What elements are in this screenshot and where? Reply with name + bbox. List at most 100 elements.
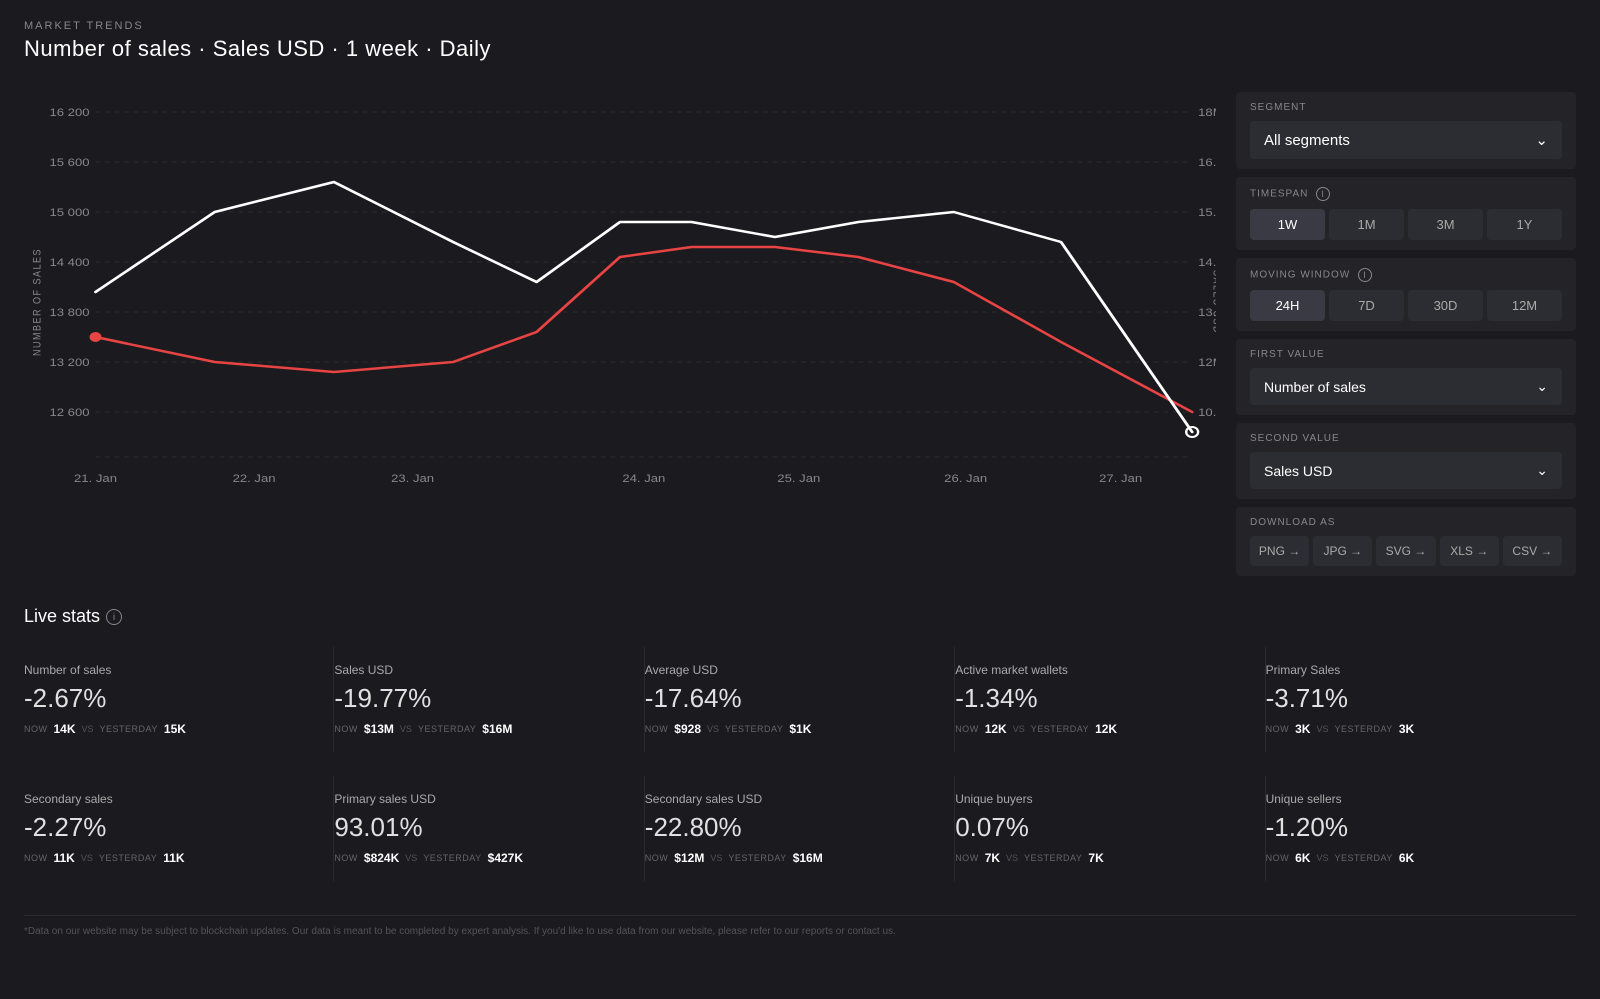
timespan-info-icon[interactable]: i (1316, 187, 1330, 201)
svg-text:21. Jan: 21. Jan (74, 472, 117, 485)
moving-window-info-icon[interactable]: i (1358, 268, 1372, 282)
svg-text:12 600: 12 600 (49, 406, 89, 419)
download-jpg-button[interactable]: JPG → (1313, 536, 1372, 566)
stat-card-secondary-sales: Secondary sales -2.27% NOW 11K VS YESTER… (24, 776, 334, 881)
second-value-label: Second value (1250, 433, 1562, 444)
chart-svg: 16 200 15 600 15 000 14 400 13 800 13 20… (24, 82, 1216, 502)
second-value-arrow-icon: ⌄ (1536, 462, 1548, 479)
moving-window-12m-button[interactable]: 12M (1487, 290, 1562, 321)
svg-text:16 200: 16 200 (49, 106, 89, 119)
chart-section: 16 200 15 600 15 000 14 400 13 800 13 20… (24, 82, 1216, 576)
stat-pct: -19.77% (334, 683, 623, 714)
svg-text:SALES USD: SALES USD (1210, 270, 1216, 334)
stat-comparison: NOW $928 VS YESTERDAY $1K (645, 722, 934, 736)
timespan-1y-button[interactable]: 1Y (1487, 209, 1562, 240)
svg-text:NUMBER OF SALES: NUMBER OF SALES (32, 248, 44, 356)
svg-text:15 600: 15 600 (49, 156, 89, 169)
svg-text:23. Jan: 23. Jan (391, 472, 434, 485)
stats-grid-row1: Number of sales -2.67% NOW 14K VS YESTER… (24, 647, 1576, 752)
stat-card-unique-sellers: Unique sellers -1.20% NOW 6K VS YESTERDA… (1266, 776, 1576, 881)
svg-text:18M: 18M (1198, 106, 1216, 119)
timespan-3m-button[interactable]: 3M (1408, 209, 1483, 240)
stat-card-primary-sales: Primary Sales -3.71% NOW 3K VS YESTERDAY… (1266, 647, 1576, 752)
stat-card-unique-buyers: Unique buyers 0.07% NOW 7K VS YESTERDAY … (955, 776, 1265, 881)
stat-card-secondary-sales-usd: Secondary sales USD -22.80% NOW $12M VS … (645, 776, 955, 881)
svg-text:12M: 12M (1198, 356, 1216, 369)
segment-control: Segment All segments ⌄ (1236, 92, 1576, 169)
svg-text:13 200: 13 200 (49, 356, 89, 369)
stat-name: Number of sales (24, 663, 313, 677)
timespan-1m-button[interactable]: 1M (1329, 209, 1404, 240)
timespan-1w-button[interactable]: 1W (1250, 209, 1325, 240)
download-xls-button[interactable]: XLS → (1440, 536, 1499, 566)
second-value-value: Sales USD (1264, 463, 1332, 479)
sidebar: Segment All segments ⌄ TIMESPAN i 1W 1M … (1236, 82, 1576, 576)
svg-text:24. Jan: 24. Jan (622, 472, 665, 485)
stat-comparison: NOW 6K VS YESTERDAY 6K (1266, 851, 1556, 865)
svg-text:25. Jan: 25. Jan (777, 472, 820, 485)
stat-pct: 93.01% (334, 812, 623, 843)
moving-window-btn-group: 24H 7D 30D 12M (1250, 290, 1562, 321)
download-group: DOWNLOAD AS PNG → JPG → SVG → XLS → CSV … (1236, 507, 1576, 576)
timespan-label: TIMESPAN i (1250, 187, 1562, 201)
download-btns: PNG → JPG → SVG → XLS → CSV → (1250, 536, 1562, 566)
stat-pct: -17.64% (645, 683, 934, 714)
stat-name: Primary sales USD (334, 792, 623, 806)
stat-comparison: NOW $12M VS YESTERDAY $16M (645, 851, 934, 865)
stat-name: Unique buyers (955, 792, 1244, 806)
svg-text:10.8M: 10.8M (1198, 406, 1216, 419)
second-value-control: Second value Sales USD ⌄ (1236, 423, 1576, 499)
stat-name: Primary Sales (1266, 663, 1556, 677)
live-stats-title: Live stats i (24, 606, 1576, 627)
moving-window-24h-button[interactable]: 24H (1250, 290, 1325, 321)
segment-label: Segment (1250, 102, 1562, 113)
segment-dropdown[interactable]: All segments ⌄ (1250, 121, 1562, 159)
stat-comparison: NOW $824K VS YESTERDAY $427K (334, 851, 623, 865)
stat-pct: -1.34% (955, 683, 1244, 714)
first-value-value: Number of sales (1264, 379, 1366, 395)
moving-window-control: MOVING WINDOW i 24H 7D 30D 12M (1236, 258, 1576, 331)
stat-comparison: NOW 12K VS YESTERDAY 12K (955, 722, 1244, 736)
stat-name: Sales USD (334, 663, 623, 677)
stat-pct: -1.20% (1266, 812, 1556, 843)
stat-name: Secondary sales (24, 792, 313, 806)
svg-text:14.4M: 14.4M (1198, 256, 1216, 269)
svg-text:15.6M: 15.6M (1198, 206, 1216, 219)
stat-name: Average USD (645, 663, 934, 677)
stat-card-average-usd: Average USD -17.64% NOW $928 VS YESTERDA… (645, 647, 955, 752)
stat-comparison: NOW $13M VS YESTERDAY $16M (334, 722, 623, 736)
download-label: DOWNLOAD AS (1250, 517, 1562, 528)
first-value-dropdown[interactable]: Number of sales ⌄ (1250, 368, 1562, 405)
download-png-button[interactable]: PNG → (1250, 536, 1309, 566)
timespan-btn-group: 1W 1M 3M 1Y (1250, 209, 1562, 240)
chart-wrapper: 16 200 15 600 15 000 14 400 13 800 13 20… (24, 82, 1216, 502)
svg-text:15 000: 15 000 (49, 206, 89, 219)
stat-comparison: NOW 3K VS YESTERDAY 3K (1266, 722, 1556, 736)
first-value-arrow-icon: ⌄ (1536, 378, 1548, 395)
moving-window-7d-button[interactable]: 7D (1329, 290, 1404, 321)
download-svg-button[interactable]: SVG → (1376, 536, 1435, 566)
moving-window-30d-button[interactable]: 30D (1408, 290, 1483, 321)
stat-pct: 0.07% (955, 812, 1244, 843)
svg-text:26. Jan: 26. Jan (944, 472, 987, 485)
stat-pct: -3.71% (1266, 683, 1556, 714)
main-content: 16 200 15 600 15 000 14 400 13 800 13 20… (24, 82, 1576, 576)
live-stats-section: Live stats i Number of sales -2.67% NOW … (24, 606, 1576, 905)
stat-card-sales-usd: Sales USD -19.77% NOW $13M VS YESTERDAY … (334, 647, 644, 752)
stat-comparison: NOW 7K VS YESTERDAY 7K (955, 851, 1244, 865)
stat-name: Active market wallets (955, 663, 1244, 677)
live-stats-info-icon[interactable]: i (106, 609, 122, 625)
moving-window-label: MOVING WINDOW i (1250, 268, 1562, 282)
segment-value: All segments (1264, 132, 1350, 149)
stat-pct: -2.67% (24, 683, 313, 714)
stat-card-number-of-sales: Number of sales -2.67% NOW 14K VS YESTER… (24, 647, 334, 752)
second-value-dropdown[interactable]: Sales USD ⌄ (1250, 452, 1562, 489)
stat-pct: -22.80% (645, 812, 934, 843)
svg-text:16.8M: 16.8M (1198, 156, 1216, 169)
stat-card-active-wallets: Active market wallets -1.34% NOW 12K VS … (955, 647, 1265, 752)
stat-pct: -2.27% (24, 812, 313, 843)
stats-grid-row2: Secondary sales -2.27% NOW 11K VS YESTER… (24, 776, 1576, 881)
stat-card-primary-sales-usd: Primary sales USD 93.01% NOW $824K VS YE… (334, 776, 644, 881)
download-csv-button[interactable]: CSV → (1503, 536, 1562, 566)
first-value-label: First value (1250, 349, 1562, 360)
